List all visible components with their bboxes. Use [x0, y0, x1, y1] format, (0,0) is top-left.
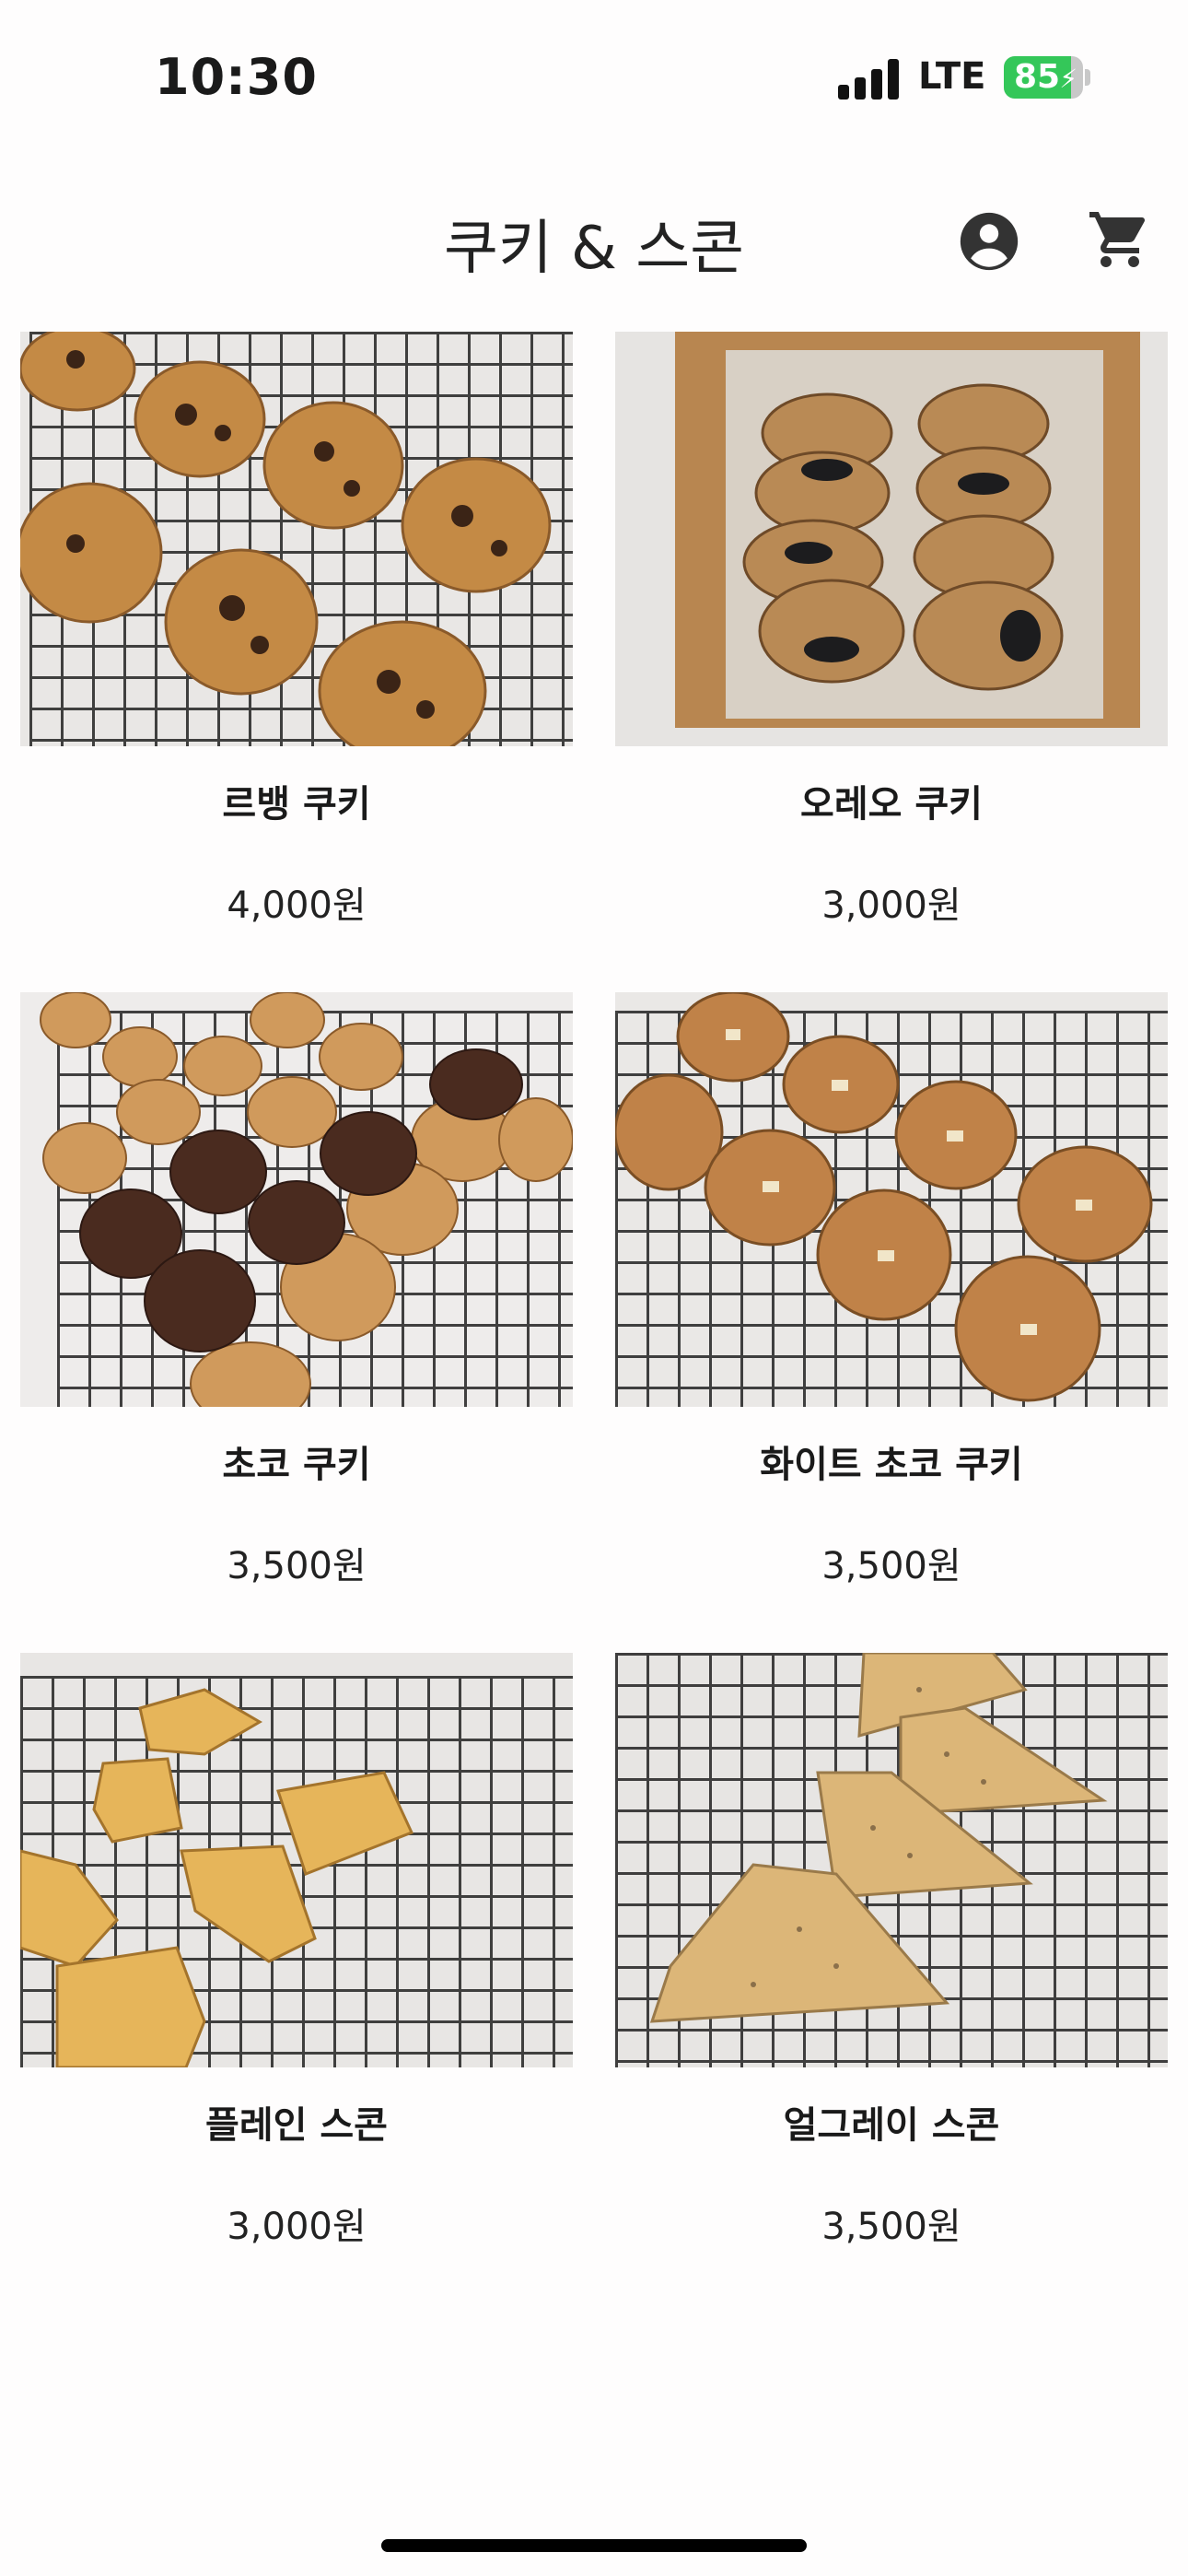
product-image[interactable]: [615, 332, 1168, 746]
home-indicator[interactable]: [381, 2539, 807, 2552]
product-name: 르뱅 쿠키: [222, 783, 371, 825]
product-image[interactable]: [615, 1653, 1168, 2067]
battery-cap: [1085, 69, 1090, 86]
product-card-earl-grey-scone[interactable]: 얼그레이 스콘 3,500원: [615, 1653, 1168, 2248]
profile-button[interactable]: [958, 210, 1020, 273]
account-circle-icon: [960, 212, 1019, 271]
network-label: LTE: [918, 55, 986, 98]
product-name: 플레인 스콘: [205, 2104, 388, 2147]
product-price: 3,000원: [227, 2206, 367, 2248]
product-name: 화이트 초코 쿠키: [760, 1444, 1023, 1486]
signal-icon: [838, 59, 903, 100]
product-image[interactable]: [615, 992, 1168, 1407]
product-name: 초코 쿠키: [222, 1444, 371, 1486]
product-card-levain-cookie[interactable]: 르뱅 쿠키 4,000원: [20, 332, 573, 927]
product-card-choco-cookie[interactable]: 초코 쿠키 3,500원: [20, 992, 573, 1587]
product-price: 3,000원: [821, 884, 961, 927]
product-card-plain-scone[interactable]: 플레인 스콘 3,000원: [20, 1653, 573, 2248]
product-name: 오레오 쿠키: [800, 783, 983, 825]
product-card-oreo-cookie[interactable]: 오레오 쿠키 3,000원: [615, 332, 1168, 927]
charging-bolt-icon: ⚡: [1059, 64, 1077, 94]
product-image[interactable]: [20, 332, 573, 746]
status-time: 10:30: [155, 48, 318, 106]
product-name: 얼그레이 스콘: [783, 2104, 1000, 2147]
product-price: 4,000원: [227, 884, 367, 927]
shopping-cart-icon: [1089, 212, 1146, 267]
product-card-white-choco-cookie[interactable]: 화이트 초코 쿠키 3,500원: [615, 992, 1168, 1587]
product-image[interactable]: [20, 1653, 573, 2067]
battery-icon: 85 ⚡: [1004, 56, 1083, 99]
product-price: 3,500원: [821, 1545, 961, 1587]
product-image[interactable]: [20, 992, 573, 1407]
product-price: 3,500원: [821, 2206, 961, 2248]
status-bar: 10:30 LTE 85 ⚡: [0, 0, 1188, 157]
cart-button[interactable]: [1087, 206, 1153, 273]
product-price: 3,500원: [227, 1545, 367, 1587]
